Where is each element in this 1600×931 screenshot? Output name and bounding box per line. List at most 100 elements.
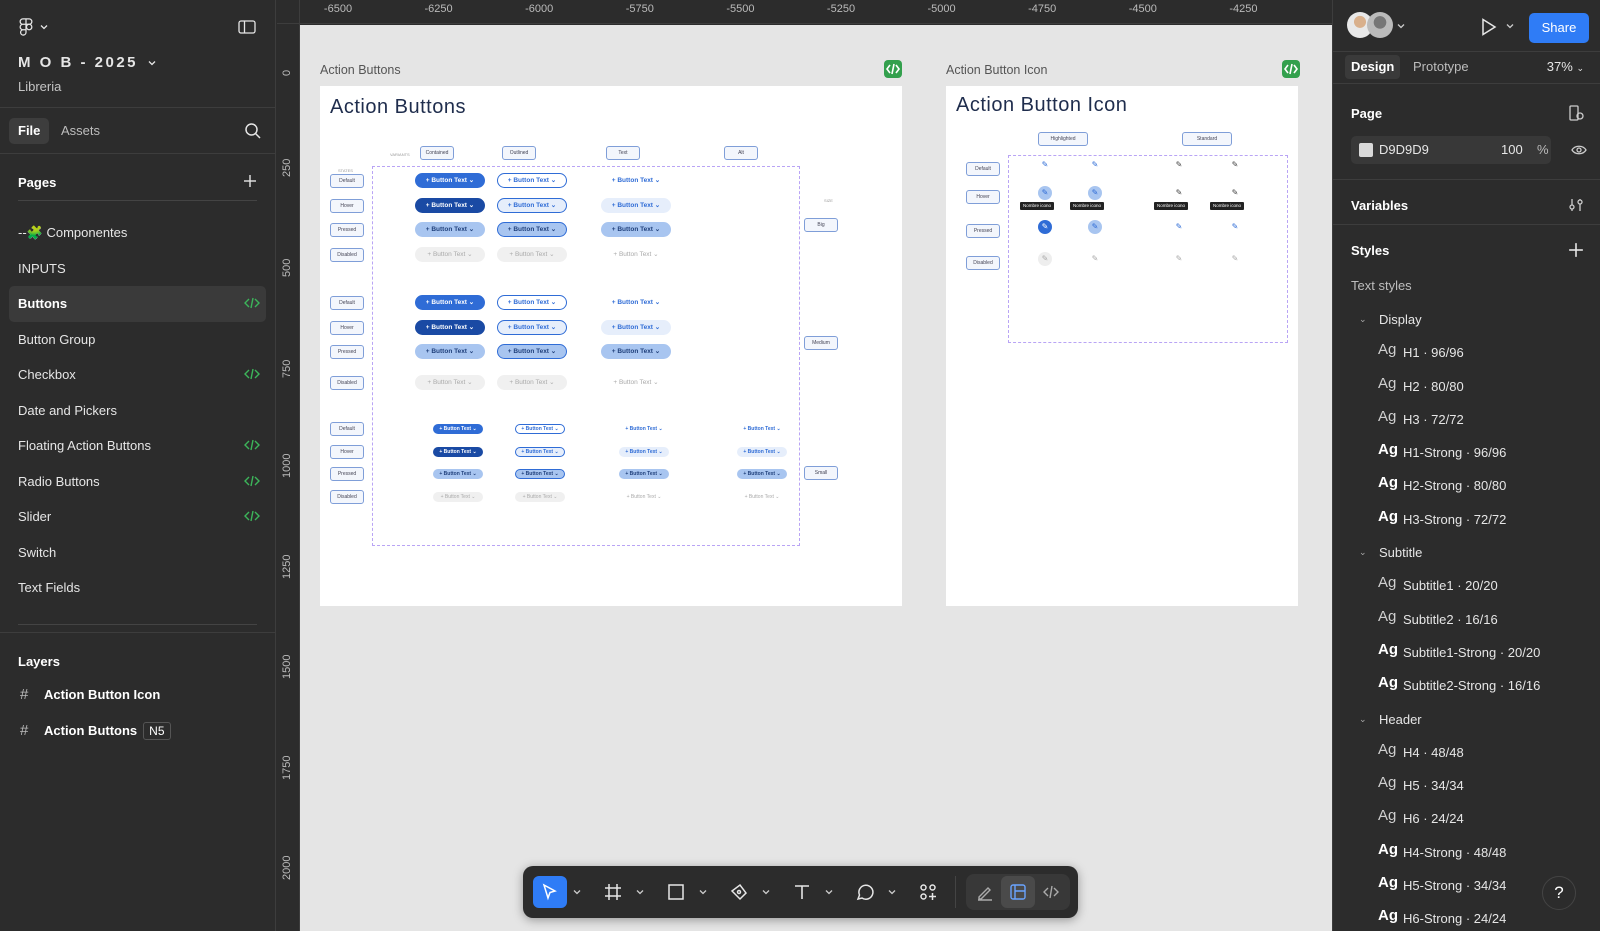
- button-text-component[interactable]: + Button Text ⌄: [515, 491, 565, 502]
- pencil-icon[interactable]: ✎: [1228, 252, 1242, 266]
- page-item[interactable]: Text Fields: [9, 570, 266, 606]
- pencil-icon[interactable]: ✎: [1038, 220, 1052, 234]
- button-text-component[interactable]: + Button Text ⌄: [497, 222, 567, 237]
- button-text-component[interactable]: + Button Text ⌄: [601, 197, 671, 213]
- button-text-component[interactable]: + Button Text ⌄: [737, 446, 787, 457]
- text-tool-button[interactable]: [785, 876, 819, 908]
- button-text-component[interactable]: + Button Text ⌄: [497, 295, 567, 310]
- text-style-item[interactable]: Ag Subtitle2 · 16/16: [1333, 603, 1600, 636]
- chevron-down-icon[interactable]: [573, 888, 581, 896]
- color-swatch[interactable]: [1359, 143, 1373, 157]
- pencil-icon[interactable]: ✎: [1038, 252, 1052, 266]
- page-item[interactable]: Floating Action Buttons: [9, 428, 266, 464]
- text-style-item[interactable]: Ag Subtitle1 · 20/20: [1333, 569, 1600, 602]
- button-text-component[interactable]: + Button Text ⌄: [497, 246, 567, 262]
- add-page-icon[interactable]: [243, 174, 257, 188]
- move-tool-button[interactable]: [533, 876, 567, 908]
- button-text-component[interactable]: + Button Text ⌄: [601, 222, 671, 237]
- button-text-component[interactable]: + Button Text ⌄: [433, 424, 483, 434]
- text-style-item[interactable]: Ag H4-Strong · 48/48: [1333, 836, 1600, 869]
- button-text-component[interactable]: + Button Text ⌄: [601, 295, 671, 310]
- pencil-icon[interactable]: ✎: [1228, 186, 1242, 200]
- button-text-component[interactable]: + Button Text ⌄: [497, 319, 567, 335]
- button-text-component[interactable]: + Button Text ⌄: [433, 491, 483, 502]
- frame-action-buttons[interactable]: Action Buttons VARIANTS STATES SIZE Cont…: [320, 86, 902, 606]
- design-mode-button[interactable]: [1001, 876, 1035, 908]
- button-text-component[interactable]: + Button Text ⌄: [497, 197, 567, 213]
- button-text-component[interactable]: + Button Text ⌄: [497, 344, 567, 359]
- button-text-component[interactable]: + Button Text ⌄: [737, 424, 787, 434]
- pen-tool-button[interactable]: [722, 876, 756, 908]
- pencil-icon[interactable]: ✎: [1228, 220, 1242, 234]
- page-settings-icon[interactable]: [1568, 105, 1584, 121]
- pencil-icon[interactable]: ✎: [1172, 220, 1186, 234]
- text-style-item[interactable]: Ag Subtitle2-Strong · 16/16: [1333, 669, 1600, 702]
- page-item[interactable]: Slider: [9, 499, 266, 535]
- page-opacity-value[interactable]: 100: [1501, 142, 1523, 157]
- page-item[interactable]: Radio Buttons: [9, 464, 266, 500]
- draw-mode-button[interactable]: [968, 876, 1002, 908]
- layer-item[interactable]: # Action Button Icon: [0, 677, 276, 713]
- comment-tool-button[interactable]: [848, 876, 882, 908]
- tab-prototype[interactable]: Prototype: [1407, 55, 1475, 79]
- pencil-icon[interactable]: ✎: [1228, 158, 1242, 172]
- text-style-item[interactable]: Ag H2 · 80/80: [1333, 370, 1600, 403]
- dev-mode-code-icon[interactable]: [884, 60, 902, 78]
- button-text-component[interactable]: + Button Text ⌄: [601, 247, 671, 262]
- style-group-header[interactable]: ⌄ Subtitle: [1333, 536, 1600, 569]
- frame-label-action-button-icon[interactable]: Action Button Icon: [946, 63, 1047, 77]
- pencil-icon[interactable]: ✎: [1088, 252, 1102, 266]
- shape-tool-button[interactable]: [659, 876, 693, 908]
- button-text-component[interactable]: + Button Text ⌄: [619, 492, 669, 502]
- text-style-item[interactable]: Ag H1-Strong · 96/96: [1333, 436, 1600, 469]
- chevron-down-icon[interactable]: [762, 888, 770, 896]
- chevron-down-icon[interactable]: [825, 888, 833, 896]
- page-color-value[interactable]: D9D9D9: [1379, 142, 1429, 157]
- text-style-item[interactable]: Ag H1 · 96/96: [1333, 336, 1600, 369]
- text-style-item[interactable]: Ag H4 · 48/48: [1333, 736, 1600, 769]
- frame-label-action-buttons[interactable]: Action Buttons: [320, 63, 401, 77]
- button-text-component[interactable]: + Button Text ⌄: [433, 446, 483, 457]
- page-item[interactable]: Date and Pickers: [9, 393, 266, 429]
- help-button[interactable]: ?: [1542, 876, 1576, 910]
- pencil-icon[interactable]: ✎: [1172, 186, 1186, 200]
- search-icon[interactable]: [244, 122, 262, 140]
- user-avatar[interactable]: [1367, 12, 1393, 38]
- button-text-component[interactable]: + Button Text ⌄: [619, 424, 669, 434]
- button-text-component[interactable]: + Button Text ⌄: [497, 173, 567, 188]
- button-text-component[interactable]: + Button Text ⌄: [515, 469, 565, 479]
- text-style-item[interactable]: Ag Subtitle1-Strong · 20/20: [1333, 636, 1600, 669]
- button-text-component[interactable]: + Button Text ⌄: [737, 469, 787, 479]
- button-text-component[interactable]: + Button Text ⌄: [415, 344, 485, 359]
- button-text-component[interactable]: + Button Text ⌄: [433, 469, 483, 479]
- style-group-header[interactable]: ⌄ Display: [1333, 303, 1600, 336]
- dev-mode-code-icon[interactable]: [1282, 60, 1300, 78]
- button-text-component[interactable]: + Button Text ⌄: [619, 469, 669, 479]
- layer-item[interactable]: # Action Buttons N5: [0, 713, 276, 749]
- text-style-item[interactable]: Ag H6 · 24/24: [1333, 802, 1600, 835]
- frame-action-button-icon[interactable]: Action Button Icon Highlighted Standard De…: [946, 86, 1298, 606]
- button-text-component[interactable]: + Button Text ⌄: [497, 374, 567, 390]
- file-title[interactable]: M O B - 2025: [18, 54, 156, 71]
- button-text-component[interactable]: + Button Text ⌄: [515, 446, 565, 457]
- dev-mode-button[interactable]: [1034, 876, 1068, 908]
- zoom-dropdown[interactable]: 37% ⌄: [1547, 59, 1584, 74]
- page-item[interactable]: Buttons: [9, 286, 266, 322]
- share-button[interactable]: Share: [1529, 13, 1589, 43]
- page-item[interactable]: INPUTS: [9, 251, 266, 287]
- button-text-component[interactable]: + Button Text ⌄: [415, 295, 485, 310]
- button-text-component[interactable]: + Button Text ⌄: [601, 375, 671, 390]
- chevron-down-icon[interactable]: [636, 888, 644, 896]
- actions-button[interactable]: [911, 876, 945, 908]
- canvas[interactable]: Action Buttons Action Button Icon Action…: [300, 25, 1332, 931]
- sidebar-toggle-icon[interactable]: [238, 19, 256, 35]
- page-item[interactable]: Switch: [9, 535, 266, 571]
- text-style-item[interactable]: Ag H3-Strong · 72/72: [1333, 503, 1600, 536]
- chevron-down-icon[interactable]: [888, 888, 896, 896]
- button-text-component[interactable]: + Button Text ⌄: [601, 344, 671, 359]
- chevron-down-icon[interactable]: [699, 888, 707, 896]
- text-style-item[interactable]: Ag H3 · 72/72: [1333, 403, 1600, 436]
- button-text-component[interactable]: + Button Text ⌄: [415, 374, 485, 390]
- chevron-down-icon[interactable]: [1397, 22, 1405, 30]
- pencil-icon[interactable]: ✎: [1088, 158, 1102, 172]
